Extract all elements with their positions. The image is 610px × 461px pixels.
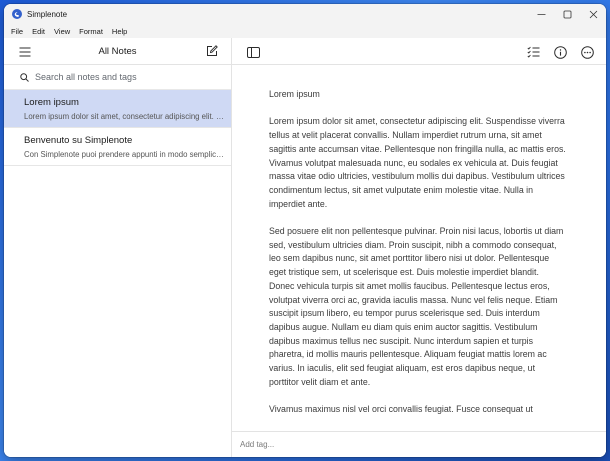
note-heading: Lorem ipsum bbox=[269, 89, 320, 99]
maximize-button[interactable] bbox=[554, 4, 580, 24]
title-bar: Simplenote bbox=[4, 4, 606, 24]
menu-help[interactable]: Help bbox=[112, 27, 127, 36]
menu-file[interactable]: File bbox=[11, 27, 23, 36]
new-note-icon bbox=[207, 45, 218, 56]
insert-checklist-button[interactable] bbox=[526, 45, 540, 59]
add-tag-input[interactable] bbox=[240, 440, 440, 449]
window-controls bbox=[528, 4, 606, 24]
new-note-button[interactable] bbox=[205, 44, 219, 58]
search-icon bbox=[20, 72, 29, 82]
note-list-title: All Notes bbox=[98, 45, 137, 57]
menu-edit[interactable]: Edit bbox=[32, 27, 45, 36]
more-options-icon bbox=[580, 45, 594, 59]
note-paragraph: Lorem ipsum dolor sit amet, consectetur … bbox=[269, 116, 566, 209]
search-bar bbox=[4, 65, 231, 90]
close-icon bbox=[589, 10, 597, 18]
menu-view[interactable]: View bbox=[54, 27, 70, 36]
menu-bar: File Edit View Format Help bbox=[4, 24, 606, 38]
search-input[interactable] bbox=[35, 72, 225, 82]
note-title: Lorem ipsum bbox=[24, 97, 79, 108]
note-paragraph: Vivamus maximus nisl vel orci convallis … bbox=[269, 404, 533, 415]
app-window: Simplenote File Edit View Format Help Al… bbox=[4, 4, 606, 457]
close-button[interactable] bbox=[580, 4, 606, 24]
note-preview: Con Simplenote puoi prendere appunti in … bbox=[24, 150, 226, 159]
note-info-button[interactable] bbox=[553, 45, 567, 59]
toggle-sidebar-button[interactable] bbox=[246, 45, 260, 59]
minimize-button[interactable] bbox=[528, 4, 554, 24]
menu-format[interactable]: Format bbox=[79, 27, 103, 36]
note-editor: Lorem ipsum Lorem ipsum dolor sit amet, … bbox=[232, 38, 606, 457]
checklist-icon bbox=[526, 46, 539, 58]
note-list-item-benvenuto[interactable]: Benvenuto su Simplenote Con Simplenote p… bbox=[4, 128, 231, 166]
maximize-icon bbox=[563, 10, 571, 18]
minimize-icon bbox=[537, 13, 545, 15]
note-preview: Lorem ipsum dolor sit amet, consectetur … bbox=[24, 112, 226, 121]
simplenote-logo-icon bbox=[12, 9, 22, 19]
more-options-button[interactable] bbox=[580, 45, 594, 59]
tag-bar bbox=[232, 431, 606, 457]
note-list-header: All Notes bbox=[4, 38, 231, 65]
note-content-textarea[interactable]: Lorem ipsum Lorem ipsum dolor sit amet, … bbox=[269, 88, 566, 430]
note-list-item-lorem-ipsum[interactable]: Lorem ipsum Lorem ipsum dolor sit amet, … bbox=[4, 90, 231, 128]
note-paragraph: Sed posuere elit non pellentesque pulvin… bbox=[269, 226, 564, 387]
note-title: Benvenuto su Simplenote bbox=[24, 135, 133, 146]
info-icon bbox=[553, 45, 567, 59]
sidebar-toggle-icon bbox=[246, 46, 260, 58]
window-title: Simplenote bbox=[27, 9, 68, 19]
editor-toolbar bbox=[232, 38, 606, 65]
note-list-sidebar: All Notes Lorem ipsum Lorem ipsum dolor … bbox=[4, 38, 232, 457]
